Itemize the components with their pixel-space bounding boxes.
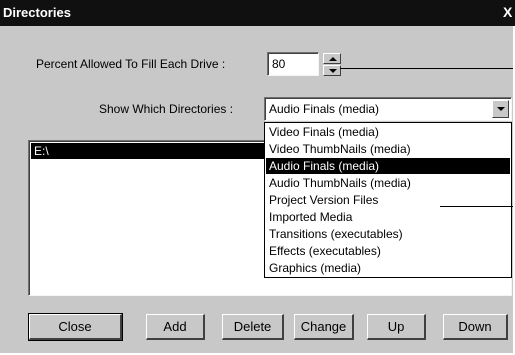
- arrow-up-icon: [329, 57, 337, 61]
- callout-line: [440, 206, 513, 207]
- change-button[interactable]: Change: [294, 314, 354, 340]
- spin-down-button[interactable]: [323, 65, 341, 76]
- directory-path: E:\: [34, 144, 49, 158]
- close-button[interactable]: Close: [28, 313, 123, 341]
- dropdown-option-highlighted[interactable]: Audio Finals (media): [266, 158, 510, 174]
- percent-input[interactable]: 80: [267, 52, 319, 76]
- show-dirs-label: Show Which Directories :: [99, 102, 234, 116]
- directory-type-dropdown[interactable]: Video Finals (media) Video ThumbNails (m…: [264, 122, 512, 278]
- dropdown-option[interactable]: Graphics (media): [266, 260, 510, 276]
- chevron-down-icon: [497, 107, 505, 111]
- percent-spinner[interactable]: [323, 53, 341, 77]
- title-bar[interactable]: Directories X: [0, 0, 515, 26]
- percent-value: 80: [272, 57, 286, 71]
- dropdown-button[interactable]: [492, 100, 509, 118]
- dropdown-option[interactable]: Imported Media: [266, 209, 510, 225]
- dropdown-option[interactable]: Transitions (executables): [266, 226, 510, 242]
- close-icon[interactable]: X: [503, 4, 512, 20]
- down-button[interactable]: Down: [443, 314, 508, 340]
- directories-dialog: Directories X Percent Allowed To Fill Ea…: [0, 0, 515, 353]
- percent-label: Percent Allowed To Fill Each Drive :: [36, 57, 226, 71]
- list-item[interactable]: E:\: [31, 143, 265, 159]
- directory-type-select[interactable]: Audio Finals (media): [264, 97, 512, 121]
- add-button[interactable]: Add: [146, 314, 205, 340]
- dropdown-option[interactable]: Effects (executables): [266, 243, 510, 259]
- delete-button[interactable]: Delete: [222, 314, 284, 340]
- callout-line: [340, 68, 513, 69]
- selected-directory-type: Audio Finals (media): [269, 102, 380, 116]
- dropdown-option[interactable]: Audio ThumbNails (media): [266, 175, 510, 191]
- dropdown-option[interactable]: Video Finals (media): [266, 124, 510, 140]
- arrow-down-icon: [329, 69, 337, 73]
- spin-up-button[interactable]: [323, 53, 341, 64]
- dropdown-option[interactable]: Video ThumbNails (media): [266, 141, 510, 157]
- up-button[interactable]: Up: [367, 314, 426, 340]
- window-title: Directories: [3, 5, 71, 20]
